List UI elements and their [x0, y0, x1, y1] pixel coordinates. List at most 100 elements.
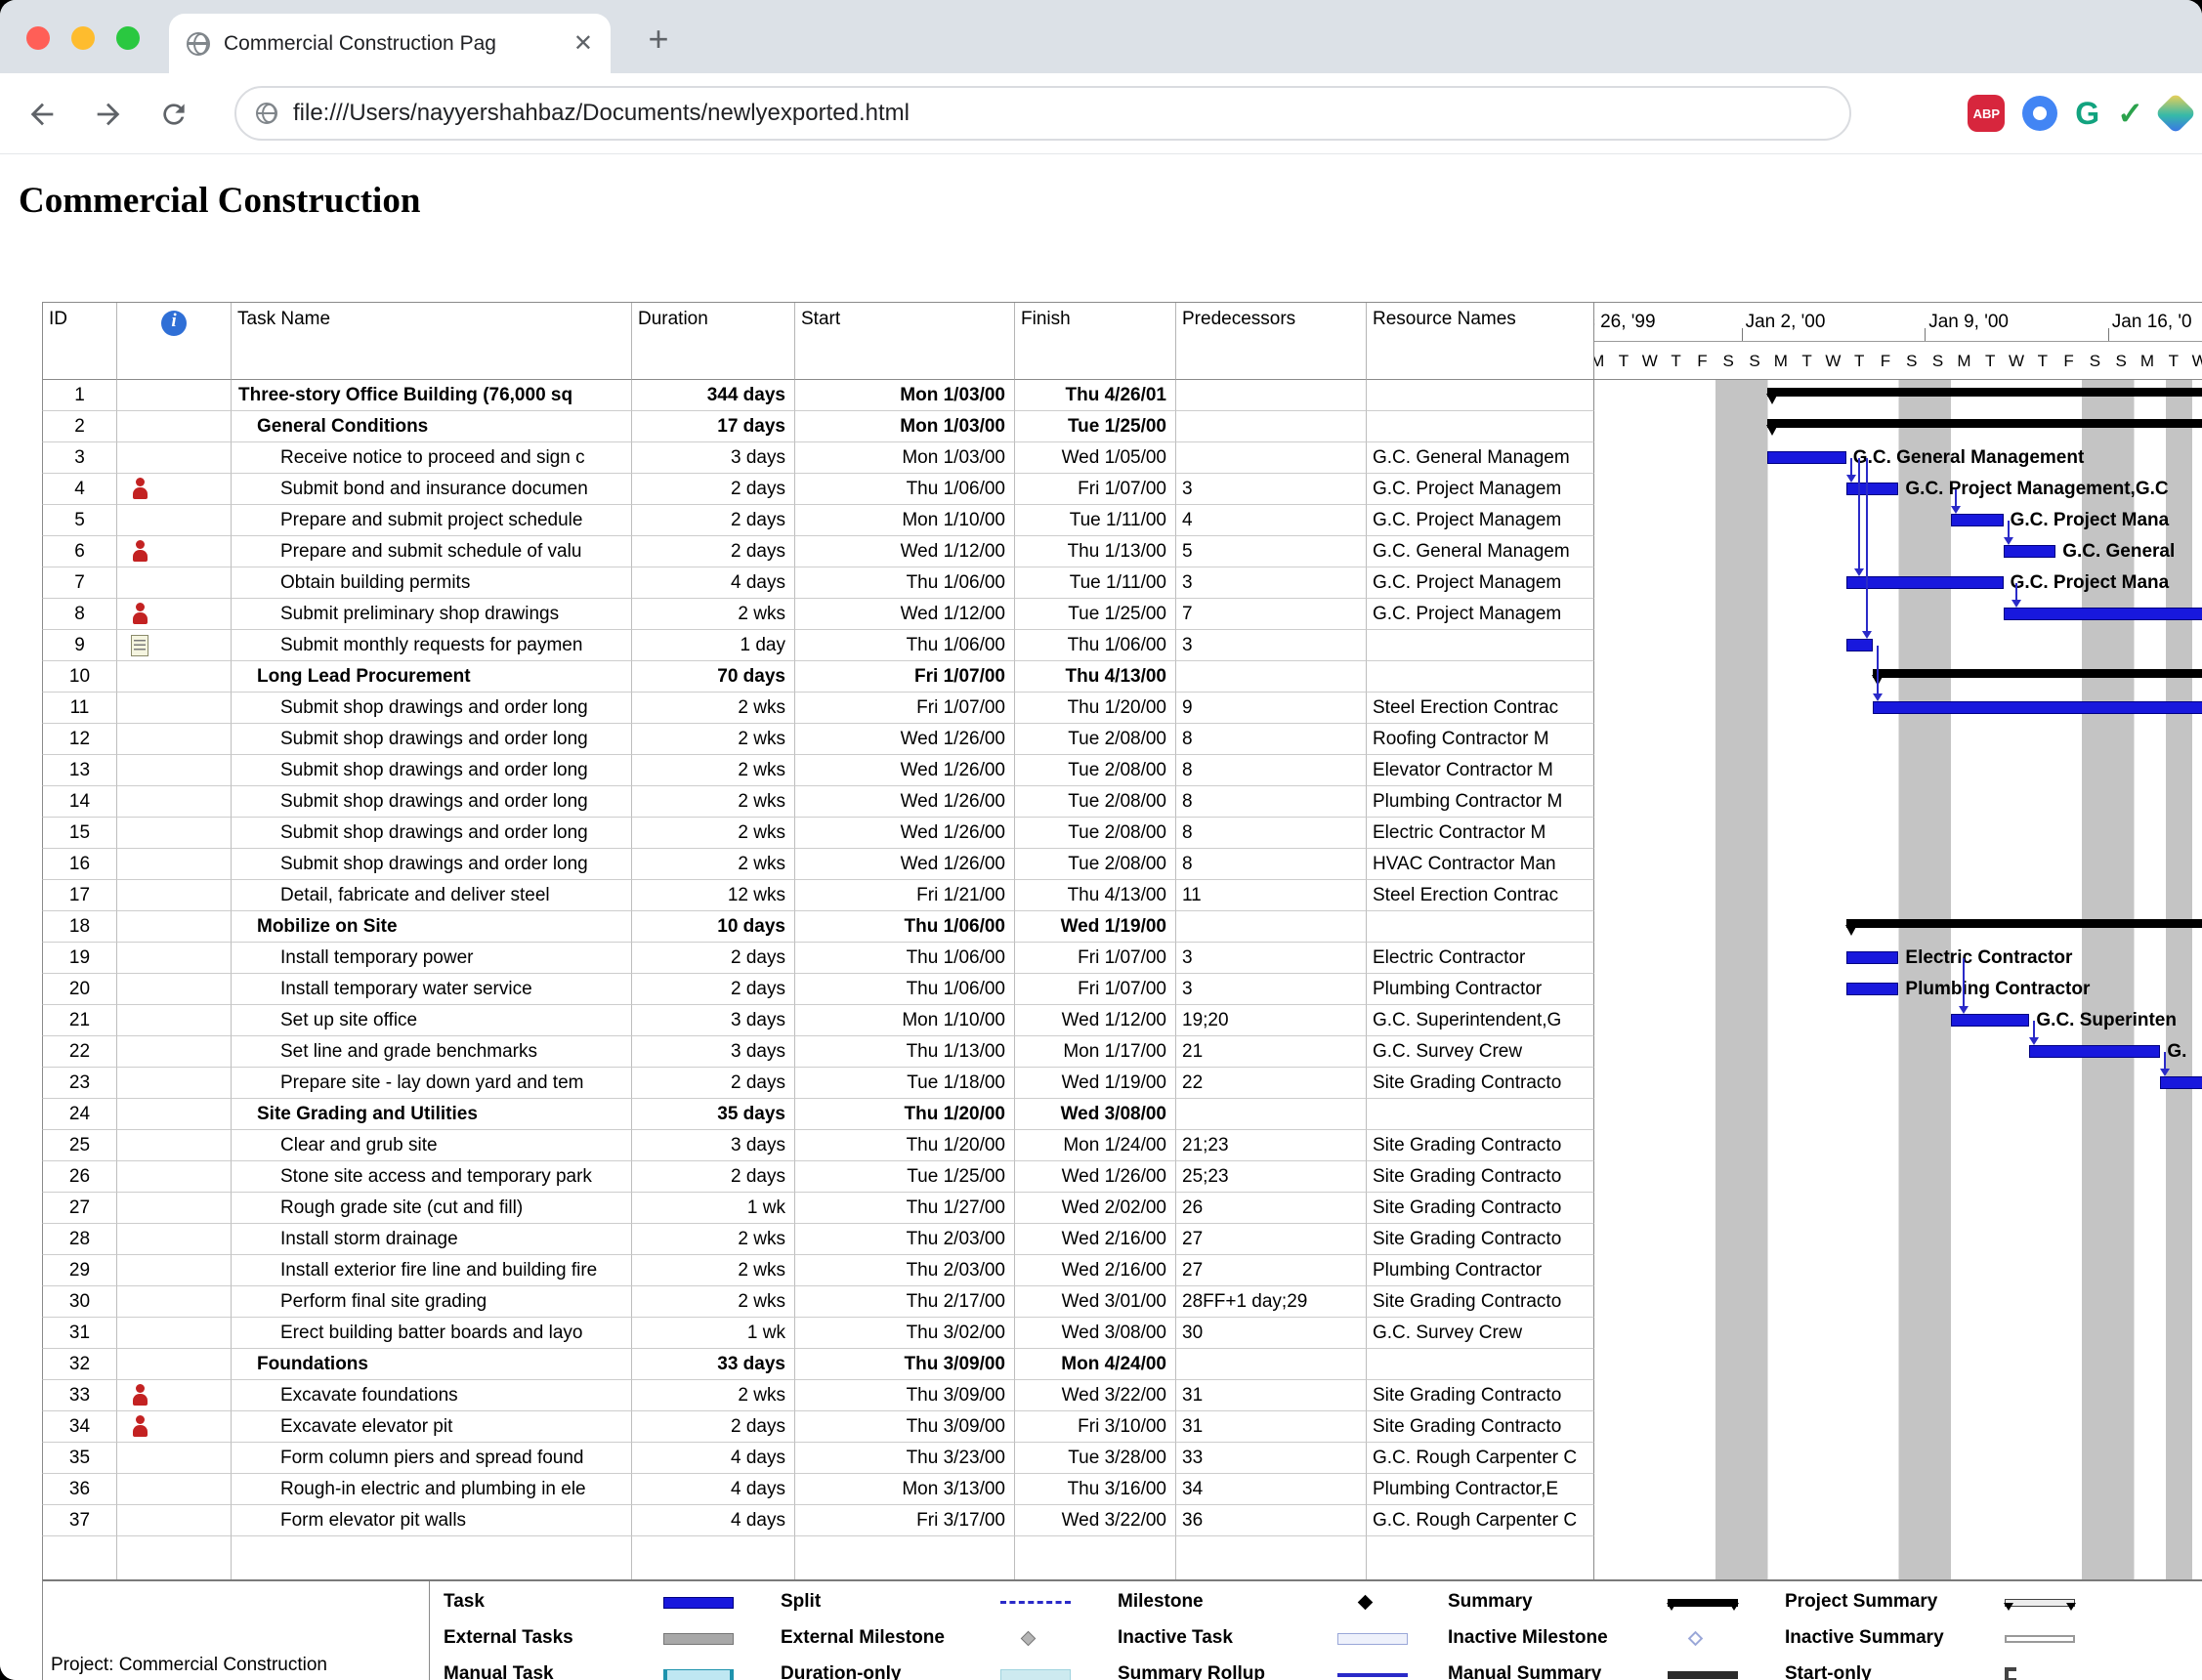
legend-swatch-milestone: [1358, 1595, 1374, 1611]
grammarly-extension-icon[interactable]: G: [2075, 96, 2099, 132]
task-id: 34: [42, 1411, 117, 1443]
day-letter: M: [1767, 342, 1794, 380]
task-rows: 1Three-story Office Building (76,000 sq3…: [42, 380, 2202, 1579]
task-name: Install temporary water service: [232, 974, 632, 1005]
day-letter: S: [2108, 342, 2135, 380]
task-id: 17: [42, 880, 117, 911]
day-letter: F: [2055, 342, 2082, 380]
task-row: 37Form elevator pit walls4 daysFri 3/17/…: [42, 1505, 2202, 1536]
task-start: Thu 2/03/00: [795, 1255, 1015, 1286]
task-finish: Wed 2/02/00: [1015, 1193, 1176, 1224]
task-id: 7: [42, 567, 117, 599]
task-duration: 2 wks: [632, 755, 795, 786]
task-indicator-cell: [117, 1193, 232, 1224]
gantt-row-canvas: [1594, 1193, 2202, 1224]
url-bar[interactable]: file:///Users/nayyershahbaz/Documents/ne…: [234, 86, 1851, 141]
task-name: Submit bond and insurance documen: [232, 474, 632, 505]
task-predecessors: 8: [1176, 849, 1367, 880]
task-finish: Tue 2/08/00: [1015, 786, 1176, 818]
task-id: 27: [42, 1193, 117, 1224]
browser-tab[interactable]: Commercial Construction Pag ✕: [169, 14, 611, 73]
forward-icon[interactable]: [92, 98, 125, 131]
gantt-row-canvas: [1594, 1286, 2202, 1318]
task-start: Wed 1/12/00: [795, 599, 1015, 630]
tab-strip: Commercial Construction Pag ✕ +: [0, 0, 2202, 73]
legend-item: Inactive Task: [1118, 1623, 1440, 1653]
task-duration: 2 days: [632, 943, 795, 974]
task-predecessors: 3: [1176, 943, 1367, 974]
task-indicator-cell: [117, 755, 232, 786]
task-duration: 10 days: [632, 911, 795, 943]
legend-swatch-external-milestone: [1021, 1631, 1037, 1647]
task-indicator-cell: [117, 1130, 232, 1161]
task-name: Submit shop drawings and order long: [232, 818, 632, 849]
task-row: 35Form column piers and spread found4 da…: [42, 1443, 2202, 1474]
task-indicator-cell: [117, 1036, 232, 1068]
day-letter: M: [1594, 342, 1611, 380]
zoom-window-button[interactable]: [116, 26, 140, 50]
day-letter: F: [1873, 342, 1899, 380]
task-id: 31: [42, 1318, 117, 1349]
task-finish: Wed 2/16/00: [1015, 1224, 1176, 1255]
task-indicator-cell: [117, 630, 232, 661]
week-label: Jan 16, '0: [2112, 303, 2192, 342]
task-resources: Site Grading Contracto: [1367, 1411, 1594, 1443]
overallocated-resource-icon: [131, 602, 150, 627]
task-name: Stone site access and temporary park: [232, 1161, 632, 1193]
task-finish: Wed 1/26/00: [1015, 1161, 1176, 1193]
gantt-task-bar: [2160, 1076, 2202, 1089]
task-id: 14: [42, 786, 117, 818]
filler-cell: [1367, 1536, 1594, 1579]
diamond-extension-icon[interactable]: [2155, 93, 2196, 134]
task-resources: Site Grading Contracto: [1367, 1286, 1594, 1318]
filler-cell: [232, 1536, 632, 1579]
task-duration: 33 days: [632, 1349, 795, 1380]
task-predecessors: 25;23: [1176, 1161, 1367, 1193]
header-predecessors: Predecessors: [1176, 303, 1367, 380]
site-info-icon[interactable]: [256, 103, 277, 124]
task-row: 26Stone site access and temporary park2 …: [42, 1161, 2202, 1193]
task-id: 30: [42, 1286, 117, 1318]
task-name: Form elevator pit walls: [232, 1505, 632, 1536]
task-predecessors: [1176, 661, 1367, 693]
week-tick: [1742, 328, 1743, 341]
task-duration: 35 days: [632, 1099, 795, 1130]
task-finish: Mon 1/24/00: [1015, 1130, 1176, 1161]
gantt-row-canvas: [1594, 818, 2202, 849]
task-id: 16: [42, 849, 117, 880]
task-resources: G.C. Project Managem: [1367, 567, 1594, 599]
adblock-extension-icon[interactable]: ABP: [1968, 95, 2005, 132]
note-icon: [131, 635, 148, 656]
minimize-window-button[interactable]: [71, 26, 95, 50]
day-letter: S: [1925, 342, 1951, 380]
legend-item-label: Manual Summary: [1448, 1663, 1601, 1680]
task-row: 13Submit shop drawings and order long2 w…: [42, 755, 2202, 786]
task-resources: G.C. Project Managem: [1367, 599, 1594, 630]
task-name: Install temporary power: [232, 943, 632, 974]
legend-item-label: Task: [444, 1591, 485, 1612]
day-letter: T: [2029, 342, 2055, 380]
new-tab-button[interactable]: +: [635, 17, 682, 63]
task-name: Submit shop drawings and order long: [232, 755, 632, 786]
task-start: Thu 1/06/00: [795, 974, 1015, 1005]
tab-close-icon[interactable]: ✕: [573, 32, 593, 56]
back-icon[interactable]: [25, 98, 59, 131]
summary-start-icon: [1872, 675, 1884, 686]
task-name: Install storm drainage: [232, 1224, 632, 1255]
task-resources: Site Grading Contracto: [1367, 1224, 1594, 1255]
legend-item: External Tasks: [444, 1623, 766, 1653]
task-resources: [1367, 661, 1594, 693]
gantt-task-bar: [1846, 576, 2004, 589]
checker-extension-icon[interactable]: ✓: [2117, 95, 2143, 132]
blue-extension-icon[interactable]: [2022, 96, 2057, 131]
close-window-button[interactable]: [26, 26, 50, 50]
task-row: 12Submit shop drawings and order long2 w…: [42, 724, 2202, 755]
reload-icon[interactable]: [158, 99, 190, 130]
day-letter: T: [1977, 342, 2004, 380]
task-duration: 3 days: [632, 1130, 795, 1161]
day-letter: M: [2135, 342, 2161, 380]
task-duration: 2 wks: [632, 1224, 795, 1255]
task-row: 36Rough-in electric and plumbing in ele4…: [42, 1474, 2202, 1505]
legend-item: Summary: [1448, 1587, 1770, 1617]
day-letter: T: [1846, 342, 1873, 380]
